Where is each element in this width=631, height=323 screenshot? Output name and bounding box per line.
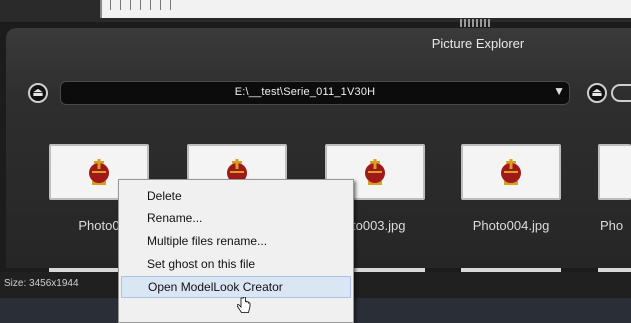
crown-icon — [365, 159, 385, 185]
thumbnail-image[interactable] — [598, 144, 631, 200]
resize-grip[interactable] — [460, 19, 490, 27]
top-toolbar-strip — [0, 0, 631, 27]
crown-icon — [89, 159, 109, 185]
ruler-tick — [120, 0, 121, 10]
thumbnail-image[interactable] — [461, 144, 561, 200]
folder-eject-icon: ⏏ — [591, 85, 603, 99]
menu-item-open-modellook-creator[interactable]: Open ModelLook Creator — [121, 276, 351, 298]
timeline-ruler — [100, 0, 631, 18]
ruler-tick — [110, 0, 111, 10]
menu-item-delete[interactable]: Delete — [121, 185, 351, 207]
crown-icon — [501, 159, 521, 185]
ruler-tick — [150, 0, 151, 10]
menu-item-set-ghost[interactable]: Set ghost on this file — [121, 253, 351, 275]
context-menu: Delete Rename... Multiple files rename..… — [118, 179, 354, 323]
ruler-tick — [160, 0, 161, 10]
menu-item-rename[interactable]: Rename... — [121, 207, 351, 229]
ruler-tick — [170, 0, 171, 10]
triangle-down-icon[interactable]: ▼ — [553, 84, 565, 98]
ruler-tick — [140, 0, 141, 10]
panel-title: Picture Explorer — [431, 36, 525, 51]
path-dropdown[interactable]: E:\__test\Serie_011_1V30H ▼ — [60, 81, 570, 105]
path-value: E:\__test\Serie_011_1V30H — [234, 86, 376, 98]
folder-eject-button-left[interactable]: ⏏ — [28, 83, 48, 103]
thumbnail-caption: Photo004.jpg — [472, 218, 550, 233]
ruler-tick — [130, 0, 131, 10]
folder-eject-button-right[interactable]: ⏏ — [587, 83, 607, 103]
thumbnail-caption: Pho — [600, 218, 624, 233]
menu-item-multiple-rename[interactable]: Multiple files rename... — [121, 230, 351, 252]
next-button-partial[interactable] — [611, 84, 631, 102]
hand-cursor-icon — [237, 297, 251, 313]
folder-eject-icon: ⏏ — [32, 85, 44, 99]
image-size-label: Size: 3456x1944 — [4, 278, 79, 289]
